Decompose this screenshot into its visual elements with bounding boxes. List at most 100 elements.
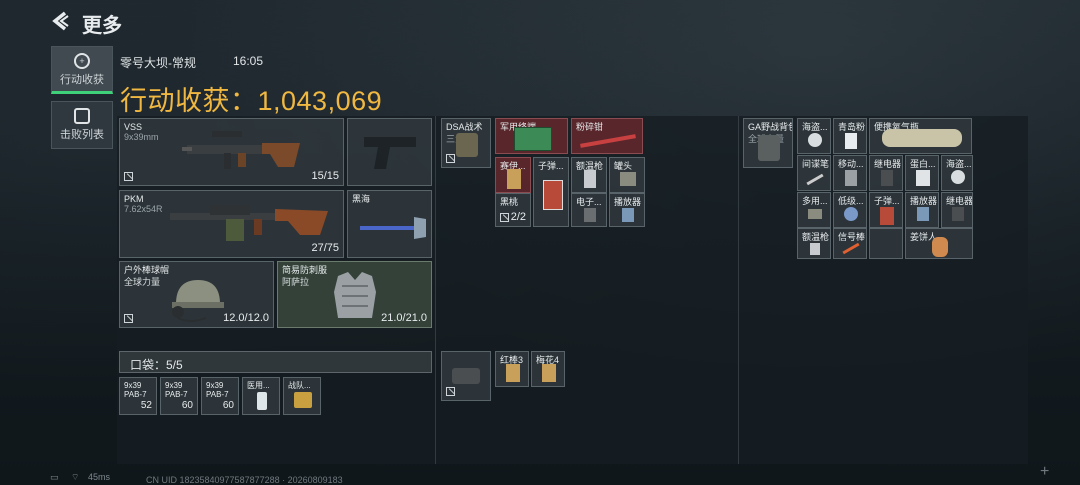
locked-icon [446, 154, 455, 163]
rig-item[interactable]: 军用终端 [495, 118, 568, 154]
backpack-item[interactable]: 低级... [833, 192, 867, 228]
pocket-item[interactable]: 9x39 PAB-7 60 [160, 377, 198, 415]
pocket-item[interactable]: 战队... [283, 377, 321, 415]
total-value: 行动收获：1,043,069 [120, 86, 383, 116]
machine-gun-icon [170, 205, 328, 241]
backpack-item[interactable]: 信号棒 [833, 228, 867, 259]
backpack-item[interactable]: 海盗... [941, 155, 973, 191]
locked-icon [124, 314, 133, 323]
rig-item[interactable]: 额温枪 [571, 157, 607, 193]
locked-icon [446, 387, 455, 396]
backpack-item[interactable] [869, 228, 903, 259]
item-name: 粉碎钳 [576, 122, 604, 132]
item-name: 蛋白... [910, 159, 936, 169]
flare-icon [842, 242, 860, 255]
armor-brand: 阿萨拉 [282, 277, 310, 287]
column-divider [738, 116, 739, 464]
pocket-item[interactable]: 9x39 PAB-7 60 [201, 377, 239, 415]
item-name: 多用... [802, 196, 828, 206]
tab-label: 行动收获 [60, 74, 104, 86]
item-sub: PAB-7 [124, 390, 147, 399]
top-bar [0, 0, 1080, 42]
secondary-weapon-slot[interactable]: PKM 7.62x54R 27/75 [119, 190, 344, 258]
rig-item[interactable]: 播放器 [609, 193, 645, 227]
pocket-item[interactable]: 9x39 PAB-7 52 [119, 377, 157, 415]
card-icon [506, 364, 520, 382]
backpack-item[interactable]: 播放器 [905, 192, 939, 228]
item-name: 播放器 [614, 197, 642, 207]
rig-slot[interactable]: DSA战术 三角... [441, 118, 491, 168]
pen-icon [806, 173, 824, 186]
melee-slot[interactable]: 黑海 [347, 190, 432, 258]
backpack-item[interactable]: 额温枪 [797, 228, 831, 259]
armor-name: 简易防刺服 [282, 265, 328, 275]
case-slot[interactable] [441, 351, 491, 401]
rig-item[interactable]: 罐头 [609, 157, 645, 193]
tab-kill-list[interactable]: 击败列表 [51, 101, 113, 149]
backpack-slot[interactable]: GA野战背包 全球力量 [743, 118, 793, 168]
backpack-item[interactable]: 移动... [833, 155, 867, 191]
skull-icon [74, 108, 90, 124]
backpack-item[interactable]: 海盗... [797, 118, 831, 154]
disc-icon [951, 170, 965, 184]
rig-item[interactable]: 电子... [571, 193, 607, 227]
rig-item[interactable]: 赛伊... [495, 157, 531, 193]
item-name: 青岛粉 [838, 122, 866, 132]
backpack-item[interactable]: 间谍笔 [797, 155, 831, 191]
rig-item[interactable]: 粉碎钳 [571, 118, 643, 154]
helmet-slot[interactable]: 户外棒球帽 全球力量 12.0/12.0 [119, 261, 274, 328]
weapon-caliber: 9x39mm [124, 132, 159, 142]
map-name: 零号大坝-常规 [120, 56, 196, 70]
backpack-item[interactable]: 继电器 [869, 155, 903, 191]
backpack-item[interactable]: 子弹... [869, 192, 903, 228]
item-name: 黑桃 [500, 197, 519, 207]
item-name: 医用... [247, 381, 270, 390]
pistol-silhouette-icon [364, 137, 416, 169]
item-name: 战队... [288, 381, 311, 390]
back-arrow-icon[interactable] [50, 10, 72, 32]
match-time: 16:05 [233, 54, 264, 68]
weapon-caliber: 7.62x54R [124, 204, 163, 214]
thermometer-icon [584, 170, 596, 188]
backpack-item[interactable]: 便携氧气瓶 [869, 118, 972, 154]
backpack-item[interactable]: 青岛粉 [833, 118, 867, 154]
status-bar: ▭ ⌔ 45ms [50, 472, 110, 483]
wifi-icon: ⌔ [71, 472, 80, 482]
backpack-item[interactable]: 多用... [797, 192, 831, 228]
backpack-item[interactable]: 姜饼人 [905, 228, 973, 259]
pocket-header: 口袋：5/5 [119, 351, 432, 373]
rig-name: DSA战术 [446, 122, 483, 132]
relay-icon [881, 170, 893, 186]
target-icon: + [74, 53, 90, 69]
item-name: 海盗... [946, 159, 972, 169]
item-name: 低级... [838, 196, 864, 206]
item-sub: PAB-7 [165, 390, 188, 399]
tool-icon [808, 209, 822, 219]
plus-icon: + [1040, 463, 1050, 480]
helmet-name: 户外棒球帽 [124, 265, 170, 275]
case-item[interactable]: 梅花4 [531, 351, 565, 387]
holster-slot[interactable] [347, 118, 432, 186]
rig-item[interactable]: 黑桃 2/2 [495, 193, 531, 227]
armor-slot[interactable]: 简易防刺服 阿萨拉 21.0/21.0 [277, 261, 432, 328]
cutter-icon [580, 134, 636, 148]
item-name: 移动... [838, 159, 864, 169]
durability: 12.0/12.0 [223, 312, 269, 324]
case-item[interactable]: 红棒3 [495, 351, 529, 387]
cap-headset-icon [172, 280, 224, 322]
gingerbread-icon [932, 237, 948, 257]
pocket-item[interactable]: 医用... [242, 377, 280, 415]
primary-weapon-slot[interactable]: VSS 9x39mm 15/15 [119, 118, 344, 186]
protein-icon [916, 170, 930, 186]
thermometer-icon [810, 243, 820, 255]
back-label[interactable]: 更多 [82, 9, 122, 38]
card-icon [507, 169, 521, 189]
tab-action-loot[interactable]: + 行动收获 [51, 46, 113, 94]
backpack-item[interactable]: 蛋白... [905, 155, 939, 191]
disc-icon [808, 133, 822, 147]
backpack-item[interactable]: 继电器 [941, 192, 973, 228]
item-name: 播放器 [910, 196, 938, 206]
player-icon [917, 207, 929, 221]
terminal-icon [514, 127, 552, 151]
rig-item[interactable]: 子弹... [533, 157, 569, 227]
